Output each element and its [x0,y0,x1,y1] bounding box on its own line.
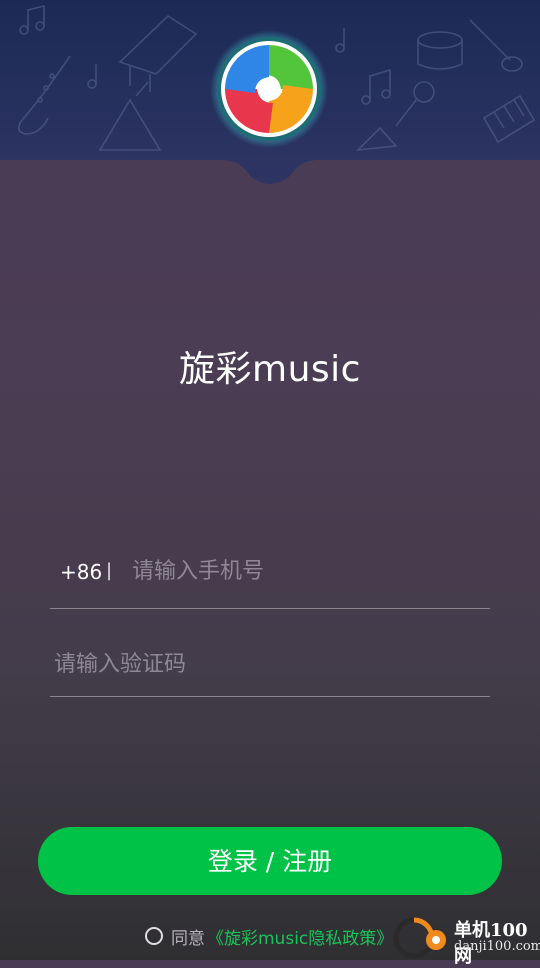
app-title: 旋彩music [179,349,361,390]
login-register-button[interactable]: 登录 / 注册 [38,827,502,895]
colorful-aperture-logo-icon [210,30,328,148]
country-code-divider: | [106,560,113,581]
watermark-url: danji100.com [454,939,540,954]
country-code[interactable]: +86 [60,560,102,584]
phone-number-input[interactable] [130,554,484,588]
watermark: 单机100网 danji100.com [392,914,540,967]
watermark-logo-icon [393,917,446,959]
privacy-agreement: 同意 《旋彩music隐私政策》 [145,924,393,949]
verification-code-input[interactable] [52,646,486,682]
agree-radio[interactable] [145,927,163,945]
verification-code-row [50,632,490,697]
agree-label: 同意 [171,928,205,949]
privacy-policy-link[interactable]: 《旋彩music隐私政策》 [207,924,393,949]
phone-input-row: +86 | [50,540,490,609]
